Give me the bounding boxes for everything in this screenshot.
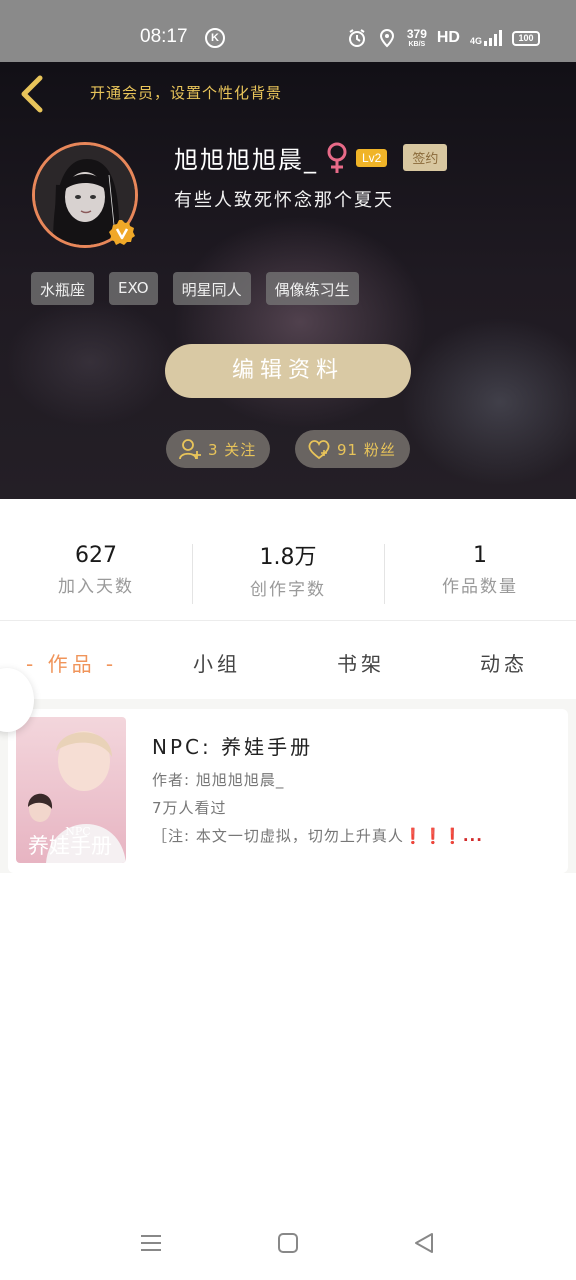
home-icon[interactable] — [277, 1232, 299, 1254]
work-description: ［注: 本文一切虚拟，切勿上升真人❗❗❗... — [152, 825, 552, 846]
female-gender-icon — [327, 142, 347, 173]
tab-groups[interactable]: 小组 — [193, 648, 241, 677]
works-list: NPC 养娃手册 NPC: 养娃手册 作者: 旭旭旭旭晨_ 7万人看过 ［注: … — [0, 699, 576, 873]
book-cover-image: NPC 养娃手册 — [16, 717, 126, 863]
work-card[interactable]: NPC 养娃手册 NPC: 养娃手册 作者: 旭旭旭旭晨_ 7万人看过 ［注: … — [8, 709, 568, 873]
signal-icon: 4G — [470, 30, 502, 46]
level-badge: Lv2 — [356, 148, 388, 167]
stat-works-count: 1 作品数量 — [384, 499, 576, 620]
book-cover[interactable]: NPC 养娃手册 — [16, 717, 126, 863]
stat-label: 作品数量 — [442, 576, 518, 597]
stat-value: 1.8万 — [259, 545, 317, 570]
location-icon — [379, 28, 394, 48]
edit-profile-button[interactable]: 编辑资料 — [165, 344, 411, 398]
stat-label: 加入天数 — [58, 576, 134, 597]
tab-bar: - 作品 - 小组 书架 动态 — [0, 622, 576, 698]
stat-join-days: 627 加入天数 — [0, 499, 192, 620]
username: 旭旭旭旭晨_ — [174, 146, 318, 174]
vip-background-link[interactable]: 开通会员，设置个性化背景 — [90, 82, 282, 103]
cover-title: 养娃手册 — [28, 834, 112, 858]
tag[interactable]: 明星同人 — [172, 272, 251, 305]
network-speed: 379 KB/S — [406, 27, 427, 48]
stats-row: 627 加入天数 1.8万 创作字数 1 作品数量 — [0, 499, 576, 621]
system-nav-bar — [0, 1212, 576, 1280]
tab-bookshelf[interactable]: 书架 — [337, 648, 385, 677]
tab-activity[interactable]: 动态 — [480, 648, 528, 677]
name-row: 旭旭旭旭晨_ Lv2 签约 — [174, 140, 448, 175]
status-bar: 08:17 K 379 KB/S HD 4G 100 — [0, 0, 576, 62]
followers-button[interactable]: 91 粉丝 — [295, 430, 410, 468]
tag[interactable]: 偶像练习生 — [265, 272, 359, 305]
stat-value: 1 — [473, 542, 487, 568]
work-description-exclaim: ❗❗❗... — [403, 827, 483, 845]
followers-label: 91 粉丝 — [337, 440, 396, 459]
tag-list: 水瓶座 EXO 明星同人 偶像练习生 — [31, 272, 359, 305]
tab-works[interactable]: - 作品 - — [26, 648, 117, 677]
hd-indicator: HD — [436, 29, 460, 46]
add-user-icon — [179, 439, 201, 460]
heart-icon — [308, 440, 330, 460]
work-title[interactable]: NPC: 养娃手册 — [152, 731, 313, 760]
back-icon[interactable] — [413, 1232, 435, 1254]
signed-badge: 签约 — [403, 144, 448, 171]
verified-badge-icon — [109, 220, 135, 245]
following-label: 3 关注 — [208, 440, 257, 459]
work-views: 7万人看过 — [152, 799, 227, 817]
following-button[interactable]: 3 关注 — [166, 430, 271, 468]
work-description-text: ［注: 本文一切虚拟，切勿上升真人 — [152, 827, 404, 845]
k-app-icon: K — [205, 28, 225, 48]
battery-icon: 100 — [512, 30, 540, 46]
stat-word-count: 1.8万 创作字数 — [192, 499, 384, 620]
menu-icon[interactable] — [140, 1232, 162, 1254]
profile-header: 开通会员，设置个性化背景 旭旭旭旭晨_ Lv2 签约 有些人致死怀念那个夏天 水… — [0, 62, 576, 499]
bio: 有些人致死怀念那个夏天 — [174, 190, 394, 211]
status-icons: 379 KB/S HD 4G 100 — [347, 24, 540, 52]
alarm-icon — [348, 29, 365, 47]
back-arrow-icon[interactable] — [14, 74, 50, 114]
tag[interactable]: 水瓶座 — [31, 272, 95, 305]
stat-value: 627 — [75, 542, 117, 568]
stat-label: 创作字数 — [250, 580, 326, 600]
work-author: 作者: 旭旭旭旭晨_ — [152, 771, 285, 789]
status-time: 08:17 — [140, 26, 188, 47]
tag[interactable]: EXO — [109, 272, 158, 305]
